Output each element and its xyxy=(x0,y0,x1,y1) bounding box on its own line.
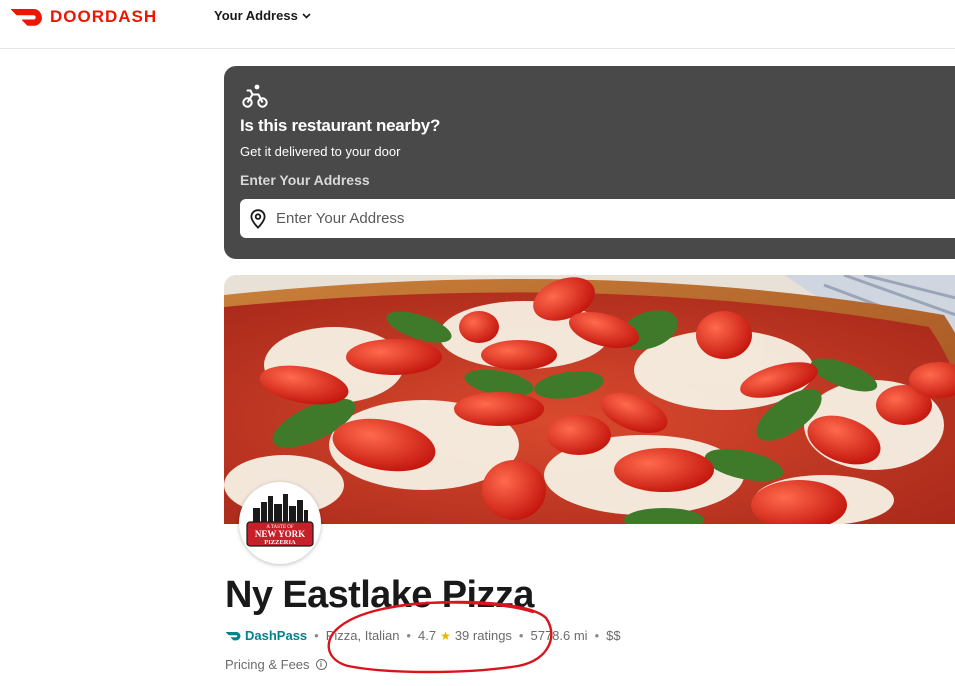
info-icon: i xyxy=(315,659,327,670)
star-icon: ★ xyxy=(440,628,451,643)
ratings-count[interactable]: 39 ratings xyxy=(455,628,512,643)
logo-text-main: NEW YORK xyxy=(255,529,305,539)
price-range: $$ xyxy=(606,628,621,643)
doordash-brand[interactable]: DOORDASH xyxy=(10,6,157,28)
separator-dot: • xyxy=(594,628,600,643)
separator-dot: • xyxy=(314,628,319,643)
address-input[interactable] xyxy=(276,210,876,227)
hero-banner-image xyxy=(224,275,955,524)
nearby-title: Is this restaurant nearby? xyxy=(240,116,441,135)
address-selector-label: Your Address xyxy=(214,8,298,23)
separator-dot: • xyxy=(518,628,524,643)
location-pin-icon xyxy=(250,208,266,229)
pricing-fees-label: Pricing & Fees xyxy=(225,657,310,672)
dashpass-badge[interactable]: DashPass xyxy=(225,628,307,643)
chevron-down-icon xyxy=(302,12,311,19)
address-selector[interactable]: Your Address xyxy=(214,8,311,23)
address-field-label: Enter Your Address xyxy=(240,172,370,188)
cuisine-tags: Pizza, Italian xyxy=(325,628,400,643)
address-input-container[interactable] xyxy=(240,199,955,238)
dashpass-icon xyxy=(225,631,241,640)
pricing-fees-link[interactable]: Pricing & Fees i xyxy=(225,657,327,672)
dashpass-label: DashPass xyxy=(245,628,308,643)
delivery-address-card: Is this restaurant nearby? Get it delive… xyxy=(224,66,955,259)
separator-dot: • xyxy=(406,628,411,643)
nearby-subtitle: Get it delivered to your door xyxy=(240,144,401,159)
rating-value: 4.7 xyxy=(417,628,437,643)
doordash-logo-icon xyxy=(11,9,42,26)
brand-wordmark: DOORDASH xyxy=(50,7,158,26)
scooter-icon xyxy=(242,84,268,108)
top-nav: DOORDASH Your Address xyxy=(0,0,955,49)
restaurant-logo: A TASTE OF NEW YORK PIZZERIA xyxy=(239,482,321,564)
distance: 5778.6 mi xyxy=(530,628,588,643)
store-name: Ny Eastlake Pizza xyxy=(225,574,534,616)
logo-text-sub: PIZZERIA xyxy=(264,539,296,546)
store-meta-row: DashPass • Pizza, Italian • 4.7 ★ 39 rat… xyxy=(225,628,621,643)
